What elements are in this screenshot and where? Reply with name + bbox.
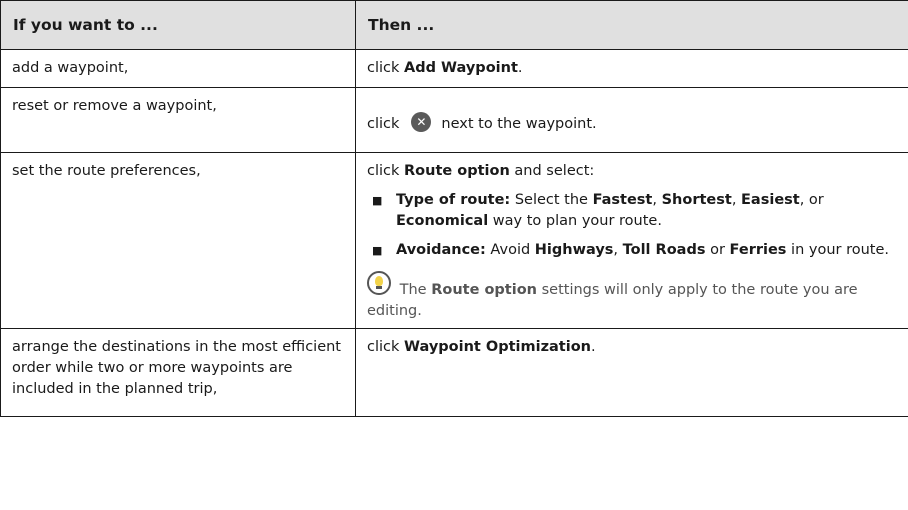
row-then: click Waypoint Optimization. (355, 328, 908, 417)
tip-note: The Route option settings will only appl… (367, 271, 898, 322)
route-option-list: ■ Type of route: Select the Fastest, Shor… (367, 190, 898, 261)
economical-term: Economical (396, 213, 489, 229)
bullet-text: or (710, 242, 725, 258)
table-header-row: If you want to ... Then ... (0, 0, 908, 50)
then-suffix: . (517, 60, 523, 76)
route-option-term: Route option (431, 282, 537, 298)
action-text: add a waypoint, (12, 60, 129, 76)
then-suffix: next to the waypoint. (441, 116, 597, 132)
row-then: click ✕ next to the waypoint. (355, 87, 908, 153)
header-if-you-want-to: If you want to ... (0, 0, 356, 50)
easiest-term: Easiest (741, 192, 800, 208)
table-row: reset or remove a waypoint, click ✕ next t… (0, 87, 908, 153)
list-item: ■ Type of route: Select the Fastest, Shor… (367, 190, 898, 232)
then-suffix: and select: (514, 163, 595, 179)
bullet-text: Select the (514, 192, 588, 208)
header-then: Then ... (355, 0, 908, 50)
bullet-text: , or (799, 192, 824, 208)
instructions-table: If you want to ... Then ... add a waypoi… (0, 0, 908, 417)
action-text: set the route preferences, (12, 163, 201, 179)
row-action: set the route preferences, (0, 152, 356, 329)
then-text: click (367, 60, 400, 76)
row-then: click Add Waypoint. (355, 49, 908, 88)
action-text: arrange the destinations in the most eff… (12, 339, 341, 397)
then-text: click (367, 163, 400, 179)
close-circle-icon: ✕ (411, 112, 432, 132)
table-row: arrange the destinations in the most eff… (0, 328, 908, 417)
then-text: click (367, 339, 400, 355)
list-item: ■ Avoidance: Avoid Highways, Toll Roads o… (367, 240, 898, 261)
row-action: arrange the destinations in the most eff… (0, 328, 356, 417)
bullet-square-icon: ■ (372, 194, 383, 207)
table-row: set the route preferences, click Route o… (0, 152, 908, 329)
row-then: click Route option and select: ■ Type of … (355, 152, 908, 329)
bullet-text: in your route. (791, 242, 890, 258)
shortest-term: Shortest (661, 192, 732, 208)
bullet-text: Avoid (490, 242, 531, 258)
table-row: add a waypoint, click Add Waypoint. (0, 49, 908, 88)
add-waypoint-term: Add Waypoint (404, 60, 518, 76)
bullet-text: , (613, 242, 619, 258)
toll-roads-term: Toll Roads (622, 242, 706, 258)
bullet-text: way to plan your route. (492, 213, 662, 229)
note-text: The (399, 282, 427, 298)
bullet-text: , (731, 192, 737, 208)
highways-term: Highways (534, 242, 614, 258)
bullet-label: Type of route: (396, 192, 511, 208)
route-option-term: Route option (404, 163, 510, 179)
ferries-term: Ferries (729, 242, 787, 258)
then-suffix: . (591, 339, 596, 355)
bullet-label: Avoidance: (396, 242, 486, 258)
waypoint-optimization-term: Waypoint Optimization (404, 339, 591, 355)
action-text: reset or remove a waypoint, (12, 98, 217, 114)
tip-lightbulb-icon (367, 271, 391, 295)
bullet-text: , (652, 192, 657, 208)
then-text: click (367, 116, 400, 132)
row-action: reset or remove a waypoint, (0, 87, 356, 153)
row-action: add a waypoint, (0, 49, 356, 88)
fastest-term: Fastest (592, 192, 653, 208)
bullet-square-icon: ■ (372, 244, 383, 257)
